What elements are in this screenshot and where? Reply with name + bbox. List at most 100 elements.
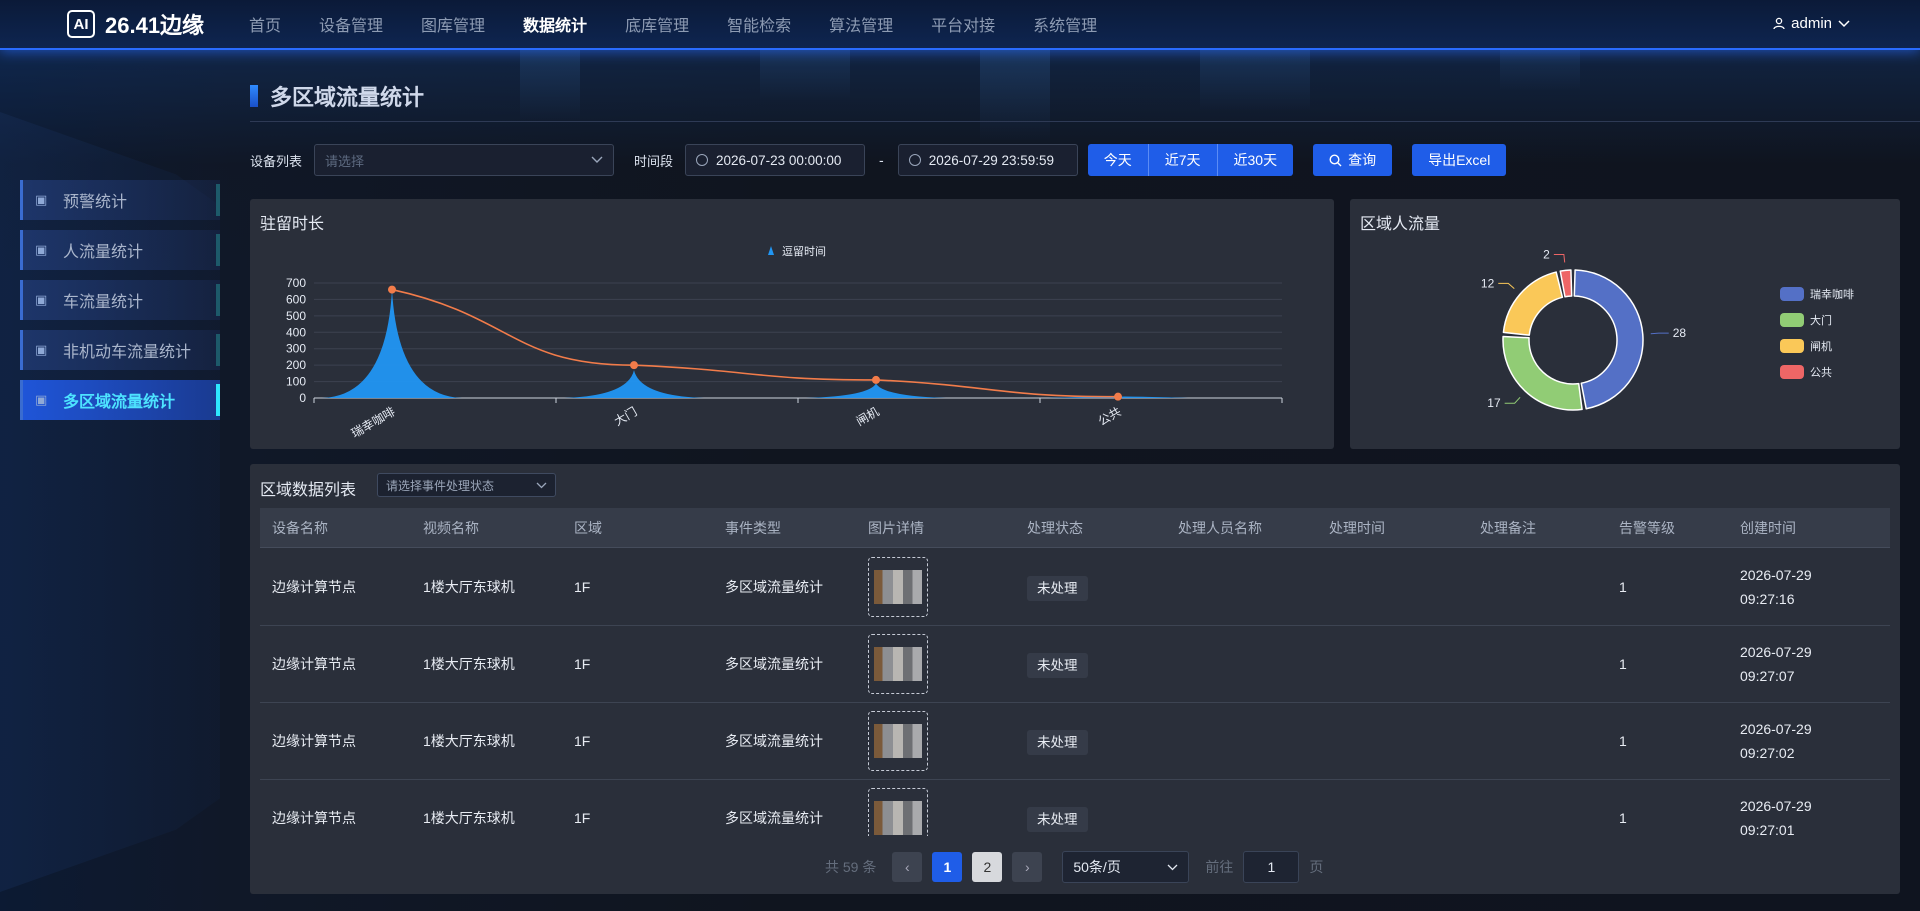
page-size-value: 50条/页 (1073, 859, 1121, 875)
device-select[interactable]: 请选择 (314, 144, 615, 176)
image-thumbnail[interactable] (868, 634, 928, 694)
chart-legend: 逗留时间 (768, 245, 826, 258)
status-filter-select[interactable]: 请选择事件处理状态 (377, 473, 556, 497)
last-7-days-button[interactable]: 近7天 (1148, 144, 1218, 176)
nav-item-0[interactable]: 首页 (249, 12, 281, 36)
table-row[interactable]: 边缘计算节点 1楼大厅东球机 1F 多区域流量统计 未处理 1 2026-07-29 09:2… (260, 626, 1890, 703)
area-traffic-chart: 28 17 12 2 瑞幸咖啡大门闸机公共 (1481, 247, 1854, 411)
device-label: 设备列表 (250, 153, 303, 169)
nav-item-1[interactable]: 设备管理 (319, 12, 383, 36)
date-separator: - (879, 152, 884, 168)
column-header-8: 处理备注 (1480, 519, 1536, 536)
app-title: 26.41边缘 (105, 13, 205, 38)
device-select-placeholder: 请选择 (325, 153, 365, 169)
chart-box-icon: ▣ (35, 292, 48, 307)
page-1-button[interactable]: 1 (932, 852, 963, 882)
next-page-button[interactable]: › (1012, 852, 1043, 882)
cell-level: 1 (1619, 733, 1627, 749)
page-2-button[interactable]: 2 (972, 852, 1003, 882)
sidebar-item-3[interactable]: ▣ 非机动车流量统计 (20, 330, 220, 370)
legend-label[interactable]: 大门 (1810, 313, 1832, 327)
table-title: 区域数据列表 (260, 482, 357, 499)
today-button[interactable]: 今天 (1087, 144, 1149, 176)
sidebar-item-0[interactable]: ▣ 预警统计 (20, 180, 220, 220)
chevron-down-icon (1838, 19, 1850, 27)
legend-swatch (1780, 313, 1804, 327)
column-header-2: 区域 (574, 519, 602, 536)
sidebar-decoration (0, 112, 220, 892)
snapshot-image (874, 801, 922, 835)
query-button[interactable]: 查询 (1313, 144, 1393, 176)
prev-page-button[interactable]: ‹ (892, 852, 923, 882)
column-header-7: 处理时间 (1329, 519, 1385, 536)
chevron-down-icon (536, 482, 547, 488)
cell-area: 1F (574, 656, 591, 672)
status-filter-placeholder: 请选择事件处理状态 (386, 478, 495, 493)
end-date-value: 2026-07-29 23:59:59 (928, 152, 1055, 168)
column-header-10: 创建时间 (1740, 519, 1796, 536)
sidebar-item-label: 预警统计 (63, 194, 128, 211)
start-date-input[interactable]: 2026-07-23 00:00:00 (685, 144, 866, 176)
cell-event: 多区域流量统计 (725, 733, 823, 749)
nav-item-5[interactable]: 智能检索 (727, 12, 791, 36)
table-row[interactable]: 边缘计算节点 1楼大厅东球机 1F 多区域流量统计 未处理 1 2026-07-29 09:2… (260, 780, 1890, 836)
last-30-days-button[interactable]: 近30天 (1217, 144, 1294, 176)
cell-created-time: 2026-07-29 09:27:01 (1740, 794, 1880, 836)
user-menu[interactable]: admin (1773, 15, 1850, 32)
trend-point (1114, 392, 1122, 401)
image-thumbnail[interactable] (868, 557, 928, 617)
cell-status: 未处理 (1015, 807, 1166, 832)
snapshot-image (874, 570, 922, 604)
created-date: 2026-07-29 (1740, 721, 1812, 737)
legend-label[interactable]: 瑞幸咖啡 (1810, 287, 1854, 301)
legend-label[interactable]: 闸机 (1810, 339, 1832, 353)
nav-item-3[interactable]: 数据统计 (523, 12, 587, 36)
clock-icon (908, 154, 921, 166)
trend-line (391, 288, 1119, 398)
table-row[interactable]: 边缘计算节点 1楼大厅东球机 1F 多区域流量统计 未处理 1 2026-07-29 09:2… (260, 703, 1890, 780)
snapshot-image (874, 647, 922, 681)
pie-label-line (1498, 282, 1515, 290)
sidebar: ▣ 预警统计 ▣ 人流量统计 ▣ 车流量统计 ▣ 非机动车流量统计 ▣ 多区域流量统计 (0, 52, 230, 911)
user-name: admin (1791, 15, 1832, 32)
area-data-card: 区域数据列表 请选择事件处理状态 设备名称 视频名称 区域 事件类型 图片详情 处理状态 处… (250, 464, 1900, 894)
end-date-input[interactable]: 2026-07-29 23:59:59 (897, 144, 1078, 176)
nav-item-6[interactable]: 算法管理 (829, 12, 893, 36)
table-row[interactable]: 边缘计算节点 1楼大厅东球机 1F 多区域流量统计 未处理 1 2026-07-29 09:2… (260, 549, 1890, 626)
nav-item-4[interactable]: 底库管理 (625, 12, 689, 36)
pie-value-label: 28 (1673, 326, 1687, 340)
legend-swatch (1780, 365, 1804, 379)
cell-status: 未处理 (1015, 653, 1166, 678)
column-header-4: 图片详情 (868, 519, 924, 536)
image-thumbnail[interactable] (868, 711, 928, 771)
clock-icon (696, 154, 709, 166)
y-tick-label: 500 (286, 309, 306, 323)
y-tick-label: 100 (286, 375, 306, 389)
legend-swatch (768, 246, 774, 255)
export-excel-button[interactable]: 导出Excel (1412, 144, 1507, 176)
nav-item-7[interactable]: 平台对接 (931, 12, 995, 36)
created-date: 2026-07-29 (1740, 644, 1812, 660)
sidebar-item-4[interactable]: ▣ 多区域流量统计 (20, 380, 220, 420)
pie-slice (1502, 271, 1564, 336)
goto-page-input[interactable]: 1 (1243, 851, 1300, 883)
table-body[interactable]: 边缘计算节点 1楼大厅东球机 1F 多区域流量统计 未处理 1 2026-07-29 09:2… (250, 549, 1900, 836)
cell-video: 1楼大厅东球机 (423, 656, 515, 672)
sidebar-item-label: 人流量统计 (63, 244, 144, 261)
y-tick-label: 0 (299, 391, 306, 405)
created-date: 2026-07-29 (1740, 567, 1812, 583)
sidebar-item-2[interactable]: ▣ 车流量统计 (20, 280, 220, 320)
page-size-select[interactable]: 50条/页 (1062, 851, 1190, 883)
start-date-value: 2026-07-23 00:00:00 (716, 152, 842, 168)
y-tick-label: 600 (286, 292, 306, 306)
nav-item-8[interactable]: 系统管理 (1033, 12, 1097, 36)
cell-device: 边缘计算节点 (272, 733, 356, 749)
image-thumbnail[interactable] (868, 788, 928, 836)
dwell-time-chart: 逗留时间 0 100 200 300 400 500 600 700 瑞幸咖啡 大门 闸机 公共 (286, 245, 1283, 441)
legend-label[interactable]: 公共 (1810, 366, 1832, 379)
app-logo[interactable]: AI 26.41边缘 (67, 8, 247, 40)
sidebar-item-1[interactable]: ▣ 人流量统计 (20, 230, 220, 270)
cell-device: 边缘计算节点 (272, 656, 356, 672)
cell-video: 1楼大厅东球机 (423, 810, 515, 826)
nav-item-2[interactable]: 图库管理 (421, 12, 485, 36)
